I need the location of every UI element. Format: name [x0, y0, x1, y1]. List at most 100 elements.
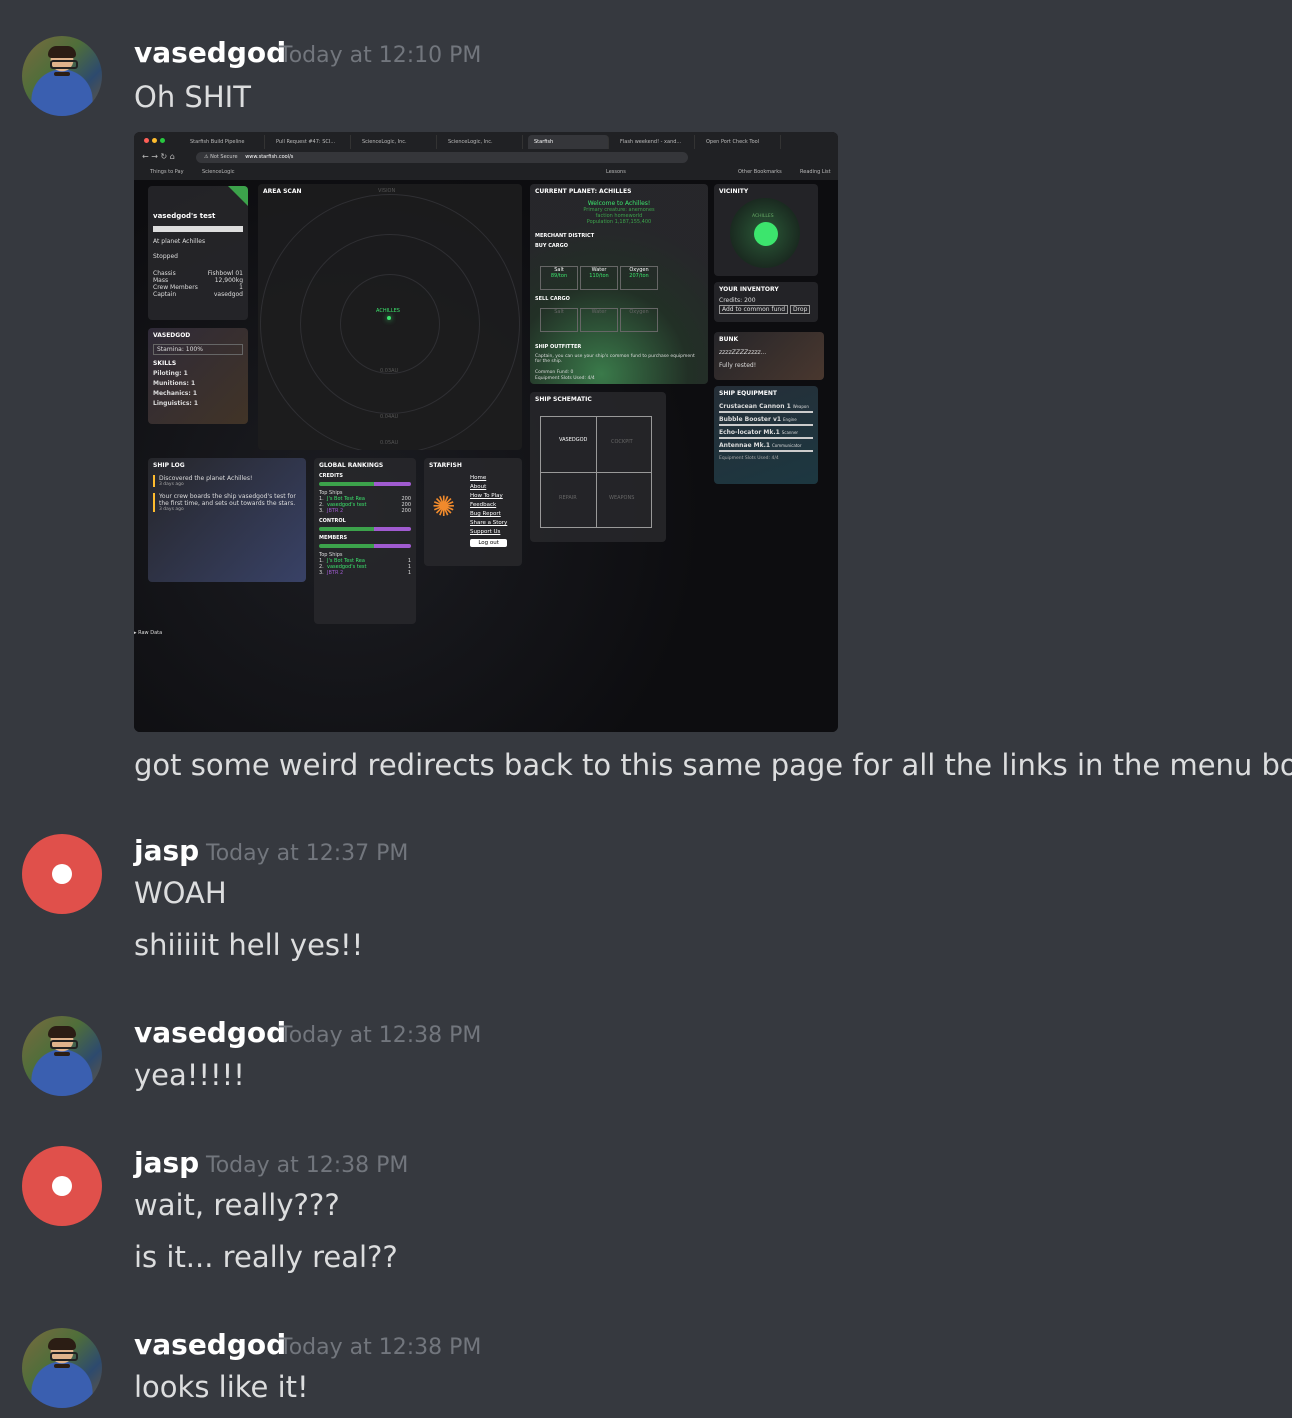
- vicinity-label: ACHILLES: [752, 214, 774, 219]
- bookmark[interactable]: Lessons: [606, 166, 626, 178]
- buy-title: BUY CARGO: [535, 243, 568, 249]
- raw-data-toggle[interactable]: ▸ Raw Data: [134, 630, 162, 636]
- inventory-title: YOUR INVENTORY: [719, 286, 779, 293]
- menu-link-home[interactable]: Home: [470, 474, 507, 483]
- equipment-item: Crustacean Cannon 1 Weapon: [719, 403, 809, 410]
- planet-dot[interactable]: [387, 316, 391, 320]
- nav-icons[interactable]: ← → ↻ ⌂: [142, 152, 175, 161]
- menu-link-how-to-play[interactable]: How To Play: [470, 492, 507, 501]
- starfish-menu-panel: STARFISH ✺ Home About How To Play Feedba…: [424, 458, 522, 566]
- attached-screenshot[interactable]: Starfish Build Pipeline Pull Request #47…: [134, 132, 838, 732]
- skill: Mechanics: 1: [153, 390, 198, 397]
- avatar[interactable]: [22, 1016, 102, 1096]
- bookmarks-bar: Things to Pay ScienceLogic Lessons Other…: [134, 166, 838, 178]
- bunk-panel: BUNK zzzzZZZZzzzz... Fully rested!: [714, 332, 824, 380]
- room-weapons[interactable]: WEAPONS: [609, 495, 634, 501]
- credits-bar: [319, 482, 411, 486]
- common-fund: Common Fund: 0: [535, 370, 574, 375]
- avatar[interactable]: [22, 1328, 102, 1408]
- avatar-hair: [48, 1338, 76, 1350]
- browser-tab[interactable]: ScienceLogic, Inc.: [356, 135, 437, 149]
- ship-title: vasedgod's test: [153, 212, 216, 220]
- buy-salt[interactable]: Salt 89/ton: [540, 266, 578, 290]
- sell-oxygen[interactable]: Oxygen: [620, 308, 658, 332]
- bunk-zzz: zzzzZZZZzzzz...: [719, 349, 767, 356]
- skill: Munitions: 1: [153, 380, 196, 387]
- browser-tab[interactable]: Pull Request #47: SCI...: [270, 135, 351, 149]
- timestamp: Today at 12:38 PM: [279, 1023, 482, 1048]
- logout-button[interactable]: Log out: [470, 539, 508, 547]
- bookmark[interactable]: ScienceLogic: [202, 166, 234, 178]
- menu-link-support[interactable]: Support Us: [470, 528, 507, 537]
- avatar-glasses: [50, 1352, 78, 1361]
- username[interactable]: vasedgod: [134, 36, 286, 69]
- control-title: CONTROL: [319, 518, 346, 524]
- avatar-glasses: [50, 1040, 78, 1049]
- username[interactable]: vasedgod: [134, 1328, 286, 1361]
- avatar[interactable]: [22, 36, 102, 116]
- inventory-panel: YOUR INVENTORY Credits: 200 Add to commo…: [714, 282, 818, 322]
- stamina-bar: Stamina: 100%: [153, 344, 243, 355]
- sell-water[interactable]: Water: [580, 308, 618, 332]
- room-cockpit[interactable]: COCKPIT: [611, 439, 633, 445]
- close-dot[interactable]: [144, 138, 149, 143]
- ring-label: 0.05AU: [380, 440, 399, 446]
- bunk-status: Fully rested!: [719, 362, 757, 369]
- outfitter-text: Captain, you can use your ship's common …: [535, 354, 695, 364]
- maximize-dot[interactable]: [160, 138, 165, 143]
- menu-link-feedback[interactable]: Feedback: [470, 501, 507, 510]
- skills-title: SKILLS: [153, 360, 177, 367]
- message-text: WOAH: [134, 876, 227, 910]
- username[interactable]: jasp: [134, 1146, 199, 1179]
- room-captain[interactable]: VASEDGOD: [559, 437, 587, 443]
- rankings-title: GLOBAL RANKINGS: [319, 462, 384, 469]
- ring-label: 0.03AU: [380, 368, 399, 374]
- room-repair[interactable]: REPAIR: [559, 495, 577, 501]
- avatar-mustache: [54, 1052, 70, 1056]
- message-text: got some weird redirects back to this sa…: [134, 748, 1292, 782]
- equipment-item: Antennae Mk.1 Communicator: [719, 442, 802, 449]
- planet-title: CURRENT PLANET: ACHILLES: [535, 188, 632, 195]
- avatar-dot: [52, 1176, 72, 1196]
- minimize-dot[interactable]: [152, 138, 157, 143]
- bookmark[interactable]: Things to Pay: [150, 166, 184, 178]
- username[interactable]: vasedgod: [134, 1016, 286, 1049]
- timestamp: Today at 12:37 PM: [206, 841, 409, 866]
- ship-log-title: SHIP LOG: [153, 462, 185, 469]
- global-rankings-panel: GLOBAL RANKINGS CREDITS Top Ships 1. J's …: [314, 458, 416, 624]
- log-entry: Discovered the planet Achilles! 3 days ag…: [153, 475, 301, 487]
- message-text: looks like it!: [134, 1370, 309, 1404]
- add-to-fund-button[interactable]: Add to common fund: [719, 305, 789, 314]
- menu-link-bug-report[interactable]: Bug Report: [470, 510, 507, 519]
- buy-oxygen[interactable]: Oxygen 207/ton: [620, 266, 658, 290]
- equipment-bar: [719, 450, 813, 452]
- buy-water[interactable]: Water 110/ton: [580, 266, 618, 290]
- vicinity-panel: VICINITY ACHILLES: [714, 184, 818, 276]
- drop-button[interactable]: Drop: [789, 305, 811, 314]
- browser-tab[interactable]: Flash weekend! - xand...: [614, 135, 695, 149]
- slots-used: Equipment Slots Used: 4/4: [535, 376, 595, 381]
- avatar[interactable]: [22, 834, 102, 914]
- vicinity-planet[interactable]: [754, 222, 778, 246]
- avatar-glasses: [50, 60, 78, 69]
- browser-tab-active[interactable]: Starfish: [528, 135, 609, 149]
- sell-salt[interactable]: Salt: [540, 308, 578, 332]
- message-text: is it... really real??: [134, 1240, 398, 1274]
- browser-tab[interactable]: ScienceLogic, Inc.: [442, 135, 523, 149]
- username[interactable]: jasp: [134, 834, 199, 867]
- population-text: Population 1,187,155,400: [586, 219, 652, 225]
- url-bar[interactable]: ⚠ Not Secure www.starfish.cool/s: [196, 152, 688, 163]
- browser-tab[interactable]: Starfish Build Pipeline: [184, 135, 265, 149]
- outfitter-title: SHIP OUTFITTER: [535, 344, 582, 350]
- bunk-title: BUNK: [719, 336, 739, 343]
- skill: Linguistics: 1: [153, 400, 199, 407]
- avatar[interactable]: [22, 1146, 102, 1226]
- ship-equipment-panel: SHIP EQUIPMENT Crustacean Cannon 1 Weapo…: [714, 386, 818, 484]
- browser-tab[interactable]: Open Port Check Tool: [700, 135, 781, 149]
- bookmark[interactable]: Reading List: [800, 166, 831, 178]
- menu-link-about[interactable]: About: [470, 483, 507, 492]
- bookmark[interactable]: Other Bookmarks: [738, 166, 782, 178]
- schematic-grid: VASEDGOD COCKPIT REPAIR WEAPONS: [540, 416, 652, 528]
- menu-link-share-story[interactable]: Share a Story: [470, 519, 507, 528]
- corner-badge: [228, 186, 248, 206]
